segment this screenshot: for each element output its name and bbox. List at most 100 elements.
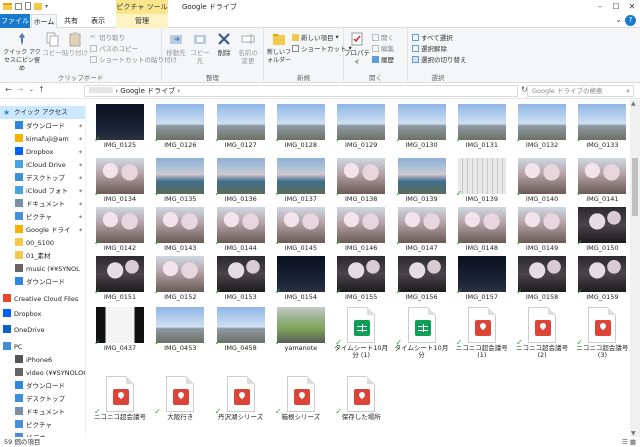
nav-item[interactable]: ダウンロード	[0, 276, 85, 289]
nav-item[interactable]: ドキュメント ✦	[0, 198, 85, 211]
spreadsheet-file[interactable]: ✓ タイムシート10月分	[394, 303, 450, 361]
photo-file[interactable]: ✓ IMG_0133	[574, 100, 630, 158]
navigation-pane[interactable]: ★ クイック アクセス ダウンロード ✦ kimafuji@am ✦ Dropbox ✦ iCl…	[0, 100, 86, 437]
map-file[interactable]: ✓ 箱根シリーズ	[273, 372, 329, 430]
photo-file[interactable]: ✓ IMG_0437	[92, 303, 148, 361]
map-file[interactable]: ✓ ニコニコ超会議号	[92, 372, 148, 430]
photo-file[interactable]: ✓ IMG_0153	[213, 252, 269, 310]
select-none-button[interactable]: 選択解除	[412, 43, 447, 53]
nav-item[interactable]: iPhone6	[0, 354, 85, 367]
photo-file[interactable]: ✓ yamanote	[273, 303, 329, 361]
nav-item[interactable]: ドキュメント	[0, 406, 85, 419]
address-bar[interactable]: › Google ドライブ ›	[84, 85, 518, 97]
close-button[interactable]: ✕	[624, 0, 640, 14]
photo-file[interactable]: ✓ IMG_0132	[514, 100, 570, 158]
page-icon[interactable]	[25, 2, 31, 10]
nav-item[interactable]: デスクトップ	[0, 393, 85, 406]
details-view-icon[interactable]: ☰	[622, 438, 628, 446]
photo-file[interactable]: ✓ IMG_0158	[514, 252, 570, 310]
nav-item[interactable]: Dropbox	[0, 308, 85, 321]
photo-file[interactable]: ✓ IMG_0458	[213, 303, 269, 361]
nav-item[interactable]: ダウンロード ✦	[0, 120, 85, 133]
map-file[interactable]: ✓ ニコニコ超会議号 (2)	[514, 303, 570, 361]
nav-item[interactable]: ピクチャ	[0, 419, 85, 432]
photo-file[interactable]: ✓ IMG_0125	[92, 100, 148, 158]
nav-item[interactable]: PC	[0, 341, 85, 354]
chevron-down-icon[interactable]: ▾	[45, 3, 48, 10]
photo-file[interactable]: ✓ IMG_0151	[92, 252, 148, 310]
map-file[interactable]: ✓ 保存した場所	[333, 372, 389, 430]
photo-file[interactable]: ✓ IMG_0130	[394, 100, 450, 158]
tab-file[interactable]: ファイル	[0, 14, 30, 28]
forward-arrow-icon[interactable]: →	[17, 85, 24, 94]
copy-to-button[interactable]: コピー先	[188, 31, 212, 65]
tab-view[interactable]: 表示	[86, 14, 110, 28]
scroll-up-icon[interactable]: ▲	[631, 100, 636, 107]
photo-file[interactable]: ✓ IMG_0126	[152, 100, 208, 158]
tab-share[interactable]: 共有	[60, 14, 82, 28]
history-button[interactable]: 履歴	[372, 54, 394, 64]
pin-icon[interactable]: ✦	[78, 133, 83, 146]
nav-item[interactable]: OneDrive	[0, 324, 85, 337]
photo-file[interactable]: ✓ IMG_0128	[273, 100, 329, 158]
photo-file[interactable]: ✓ IMG_0152	[152, 252, 208, 310]
edit-button[interactable]: 編集	[372, 43, 394, 53]
map-file[interactable]: ✓ 大阪行き	[152, 372, 208, 430]
pin-quick-access-button[interactable]: クイック アクセスにピン留め	[2, 31, 42, 73]
nav-item[interactable]: 00_S100	[0, 237, 85, 250]
large-icons-view-icon[interactable]: ▦	[630, 438, 636, 446]
nav-item[interactable]: kimafuji@am ✦	[0, 133, 85, 146]
pin-icon[interactable]: ✦	[78, 159, 83, 172]
photo-file[interactable]: ✓ IMG_0453	[152, 303, 208, 361]
nav-item[interactable]: music (¥¥SYNOL	[0, 263, 85, 276]
nav-item[interactable]: ダウンロード	[0, 380, 85, 393]
pin-icon[interactable]: ✦	[78, 211, 83, 224]
open-button[interactable]: 開く	[372, 32, 394, 42]
photo-file[interactable]: ✓ IMG_0131	[454, 100, 510, 158]
search-input[interactable]: Google ドライブの検索 ⌕	[527, 85, 634, 97]
photo-file[interactable]: ✓ IMG_0129	[333, 100, 389, 158]
photo-file[interactable]: ✓ IMG_0155	[333, 252, 389, 310]
scrollbar-thumb[interactable]	[632, 158, 638, 216]
nav-item[interactable]: ★ クイック アクセス	[0, 106, 85, 119]
cut-button[interactable]: ✂ 切り取り	[90, 32, 125, 42]
up-arrow-icon[interactable]: ↑	[38, 85, 45, 94]
pin-icon[interactable]: ✦	[78, 172, 83, 185]
pin-icon[interactable]: ✦	[78, 224, 83, 237]
maximize-button[interactable]: ☐	[608, 0, 624, 14]
select-all-button[interactable]: すべて選択	[412, 32, 453, 42]
copy-path-button[interactable]: パスのコピー	[90, 43, 138, 53]
spreadsheet-file[interactable]: ✓ タイムシート10月分 (1)	[333, 303, 389, 361]
nav-item[interactable]: video (¥¥SYNOLOG	[0, 367, 85, 380]
pin-icon[interactable]: ✦	[78, 198, 83, 211]
nav-item[interactable]: Creative Cloud Files	[0, 293, 85, 306]
photo-file[interactable]: ✓ IMG_0154	[273, 252, 329, 310]
nav-item[interactable]: 01_素材	[0, 250, 85, 263]
photo-file[interactable]: ✓ IMG_0159	[574, 252, 630, 310]
shortcut-button[interactable]: ショートカット ▾	[292, 43, 352, 53]
minimize-button[interactable]: –	[592, 0, 608, 14]
nav-item[interactable]: Dropbox ✦	[0, 146, 85, 159]
pin-icon[interactable]: ✦	[78, 185, 83, 198]
paste-button[interactable]: 貼り付け	[62, 31, 88, 57]
tab-home[interactable]: ホーム	[31, 14, 57, 28]
nav-item[interactable]: Google ドライ ✦	[0, 224, 85, 237]
breadcrumb-google-drive[interactable]: Google ドライブ	[120, 87, 175, 95]
photo-file[interactable]: ✓ IMG_0157	[454, 252, 510, 310]
nav-item[interactable]: iCloud Drive ✦	[0, 159, 85, 172]
pin-icon[interactable]: ✦	[78, 120, 83, 133]
help-icon[interactable]: ?	[625, 15, 636, 26]
scroll-down-icon[interactable]: ▼	[631, 430, 636, 437]
pin-icon[interactable]: ✦	[78, 146, 83, 159]
tab-manage[interactable]: 管理	[116, 14, 168, 28]
back-arrow-icon[interactable]: ←	[5, 85, 12, 94]
folder-icon[interactable]	[34, 2, 42, 10]
nav-item[interactable]: デスクトップ ✦	[0, 172, 85, 185]
properties-button[interactable]: プロパティ	[344, 31, 370, 65]
recent-locations-icon[interactable]: ⌄	[29, 86, 34, 93]
map-file[interactable]: ✓ ニコニコ超会議号 (3)	[574, 303, 630, 361]
checkbox-icon[interactable]	[15, 2, 22, 10]
map-file[interactable]: ✓ 丹沢湖シリーズ	[213, 372, 269, 430]
copy-button[interactable]: コピー	[42, 31, 62, 57]
delete-button[interactable]: 削除	[214, 31, 234, 57]
